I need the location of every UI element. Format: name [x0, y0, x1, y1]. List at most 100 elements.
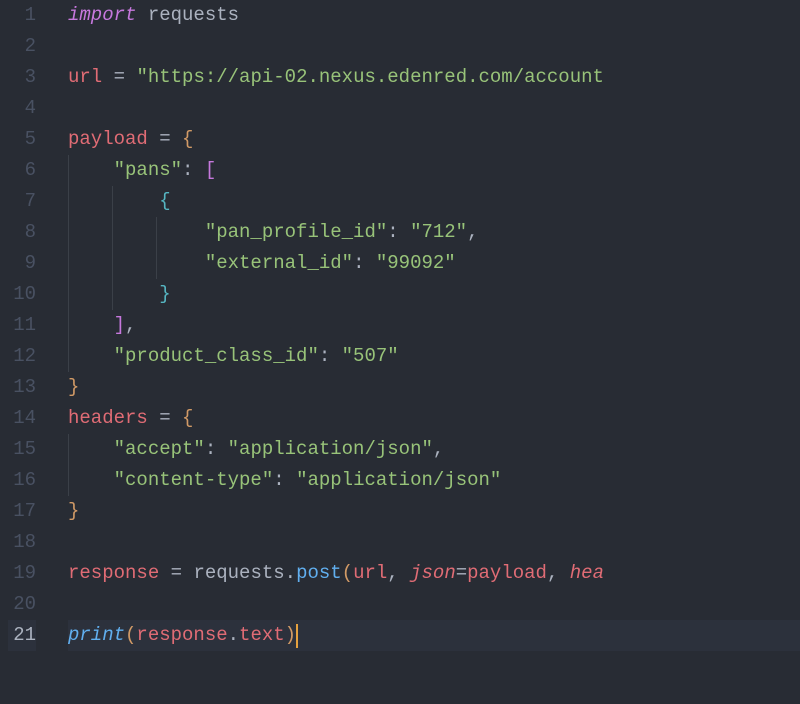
code-line[interactable]: payload = { [68, 124, 800, 155]
code-line[interactable]: } [68, 496, 800, 527]
line-number: 1 [8, 0, 36, 31]
code-token: . [285, 562, 296, 584]
code-line[interactable]: "pans": [ [68, 155, 800, 186]
code-token [159, 562, 170, 584]
code-area[interactable]: import requests url = "https://api-02.nex… [50, 0, 800, 704]
code-line[interactable]: print(response.text) [68, 620, 800, 651]
code-token: [ [205, 159, 216, 181]
code-token: "507" [342, 345, 399, 367]
line-number: 12 [8, 341, 36, 372]
code-line[interactable]: response = requests.post(url, json=paylo… [68, 558, 800, 589]
code-token: , [467, 221, 478, 243]
code-line[interactable]: } [68, 372, 800, 403]
code-token: "712" [410, 221, 467, 243]
code-token [171, 407, 182, 429]
line-number: 5 [8, 124, 36, 155]
code-token: "accept" [114, 438, 205, 460]
code-token [68, 345, 114, 367]
code-token: . [228, 624, 239, 646]
code-token: hea [570, 562, 604, 584]
indent-guide [156, 248, 157, 279]
line-number: 20 [8, 589, 36, 620]
code-token: post [296, 562, 342, 584]
line-number: 11 [8, 310, 36, 341]
code-token: ( [342, 562, 353, 584]
line-number: 13 [8, 372, 36, 403]
code-token: , [433, 438, 444, 460]
line-number: 17 [8, 496, 36, 527]
line-number: 14 [8, 403, 36, 434]
code-line[interactable]: headers = { [68, 403, 800, 434]
indent-guide [68, 434, 69, 465]
code-token [68, 252, 205, 274]
code-token [171, 128, 182, 150]
code-token: = [456, 562, 467, 584]
code-token [68, 283, 159, 305]
code-token [68, 221, 205, 243]
code-token [68, 438, 114, 460]
code-token [285, 469, 296, 491]
code-token: url [68, 66, 102, 88]
code-token: , [387, 562, 398, 584]
code-token: ] [114, 314, 125, 336]
code-token: : [353, 252, 364, 274]
code-line[interactable] [68, 527, 800, 558]
indent-guide [68, 341, 69, 372]
code-line[interactable]: url = "https://api-02.nexus.edenred.com/… [68, 62, 800, 93]
line-number: 15 [8, 434, 36, 465]
code-token: requests [193, 562, 284, 584]
code-token: } [68, 376, 79, 398]
code-line[interactable] [68, 589, 800, 620]
code-token: payload [467, 562, 547, 584]
code-token: } [159, 283, 170, 305]
code-line[interactable]: import requests [68, 0, 800, 31]
code-line[interactable]: { [68, 186, 800, 217]
line-number: 10 [8, 279, 36, 310]
code-token: "application/json" [228, 438, 433, 460]
line-number: 19 [8, 558, 36, 589]
line-number: 21 [8, 620, 36, 651]
code-line[interactable]: "accept": "application/json", [68, 434, 800, 465]
indent-guide [68, 155, 69, 186]
code-token [399, 562, 410, 584]
code-token: : [273, 469, 284, 491]
code-token: "pans" [114, 159, 182, 181]
code-token: = [159, 407, 170, 429]
code-token: { [159, 190, 170, 212]
code-token [68, 314, 114, 336]
line-number: 3 [8, 62, 36, 93]
line-number: 7 [8, 186, 36, 217]
line-number: 4 [8, 93, 36, 124]
code-token [182, 562, 193, 584]
code-token: = [114, 66, 125, 88]
code-line[interactable]: "external_id": "99092" [68, 248, 800, 279]
code-token [148, 128, 159, 150]
code-token: print [68, 624, 125, 646]
code-token: "99092" [376, 252, 456, 274]
code-line[interactable]: ], [68, 310, 800, 341]
code-line[interactable] [68, 31, 800, 62]
code-token [364, 252, 375, 274]
code-line[interactable]: } [68, 279, 800, 310]
code-line[interactable]: "pan_profile_id": "712", [68, 217, 800, 248]
code-editor[interactable]: 123456789101112131415161718192021 import… [0, 0, 800, 704]
indent-guide [112, 186, 113, 217]
code-token: "content-type" [114, 469, 274, 491]
code-line[interactable]: "content-type": "application/json" [68, 465, 800, 496]
code-token: payload [68, 128, 148, 150]
code-token: : [205, 438, 216, 460]
line-number: 9 [8, 248, 36, 279]
code-token: } [68, 500, 79, 522]
code-token: "https://api-02.nexus.edenred.com/accoun… [136, 66, 603, 88]
indent-guide [156, 217, 157, 248]
code-token: response [136, 624, 227, 646]
line-number: 2 [8, 31, 36, 62]
code-token [136, 4, 147, 26]
code-token: { [182, 128, 193, 150]
code-line[interactable] [68, 93, 800, 124]
code-token: { [182, 407, 193, 429]
code-token: requests [148, 4, 239, 26]
code-token: response [68, 562, 159, 584]
line-number: 8 [8, 217, 36, 248]
code-line[interactable]: "product_class_id": "507" [68, 341, 800, 372]
